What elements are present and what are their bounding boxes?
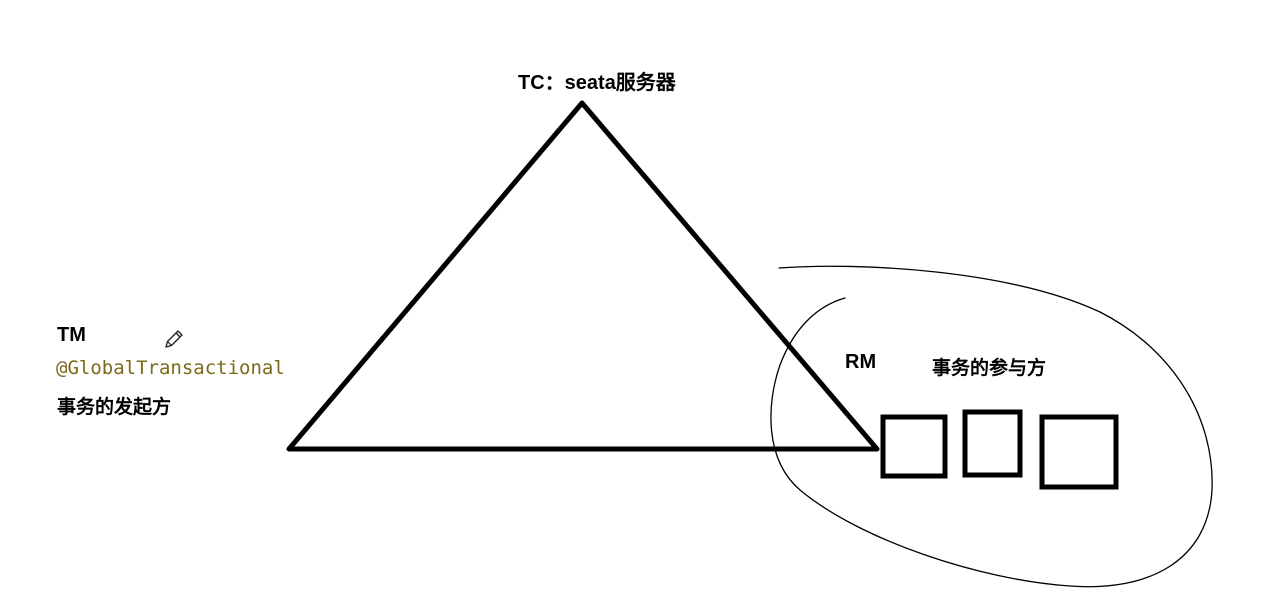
tc-tm-rm-triangle: [286, 100, 880, 452]
rm-resource-box: [1039, 414, 1119, 490]
tm-description: 事务的发起方: [57, 397, 172, 418]
diagram-canvas: TC：seata服务器 TM @GlobalTransactional 事务的发…: [0, 0, 1266, 594]
tc-label: TC：seata服务器: [518, 72, 676, 94]
rm-description: 事务的参与方: [932, 358, 1047, 379]
global-transactional-annotation: @GlobalTransactional: [56, 357, 285, 379]
rm-resource-box: [880, 414, 948, 479]
rm-resource-box: [962, 409, 1023, 478]
tm-label: TM: [57, 324, 86, 346]
pencil-icon[interactable]: [162, 327, 186, 351]
rm-boundary-circle: [770, 265, 1213, 588]
rm-label: RM: [845, 351, 877, 373]
